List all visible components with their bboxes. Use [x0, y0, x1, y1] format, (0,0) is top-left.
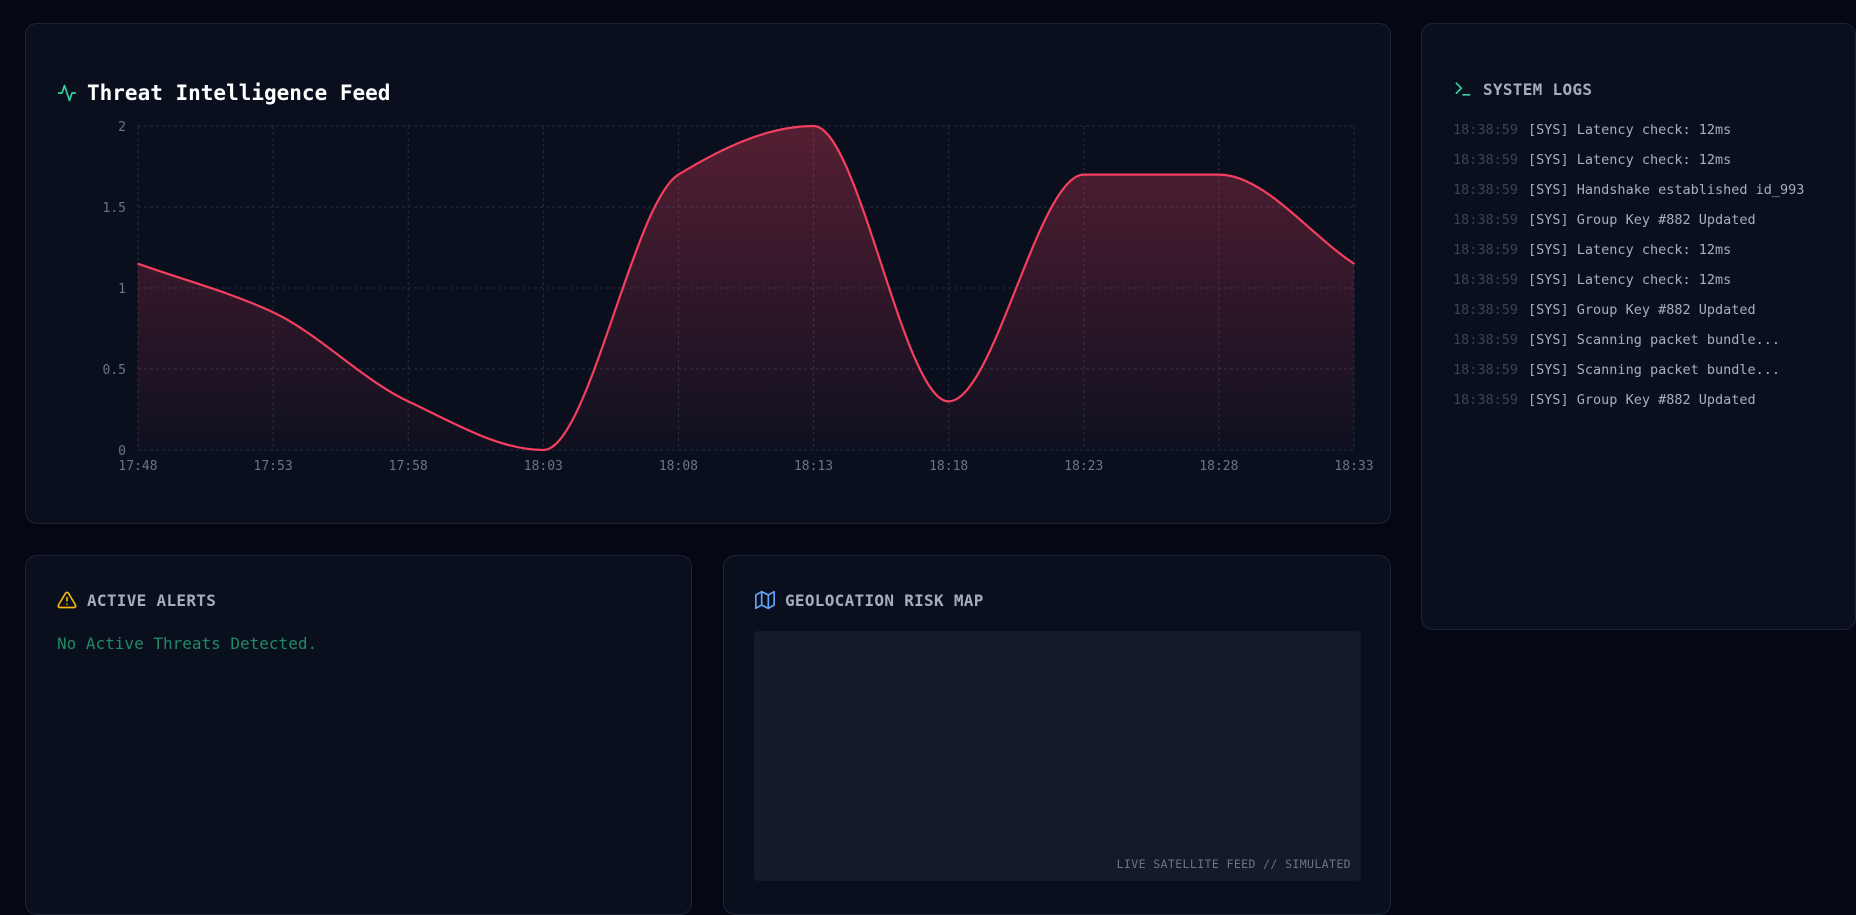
log-message: [SYS] Latency check: 12ms — [1528, 272, 1732, 288]
y-tick-label: 1 — [118, 282, 126, 297]
log-entry: 18:38:59 [SYS] Scanning packet bundle... — [1453, 332, 1804, 362]
threat-feed-header: Threat Intelligence Feed — [57, 81, 390, 105]
system-logs-panel: SYSTEM LOGS 18:38:59 [SYS] Latency check:… — [1421, 23, 1856, 630]
threat-data-point — [677, 173, 680, 176]
log-message: [SYS] Latency check: 12ms — [1528, 242, 1732, 258]
x-tick-label: 17:58 — [389, 459, 428, 474]
log-list: 18:38:59 [SYS] Latency check: 12ms 18:38:5… — [1453, 122, 1804, 422]
log-timestamp: 18:38:59 — [1453, 212, 1519, 228]
log-entry: 18:38:59 [SYS] Handshake established id_9… — [1453, 182, 1804, 212]
log-message: [SYS] Group Key #882 Updated — [1528, 392, 1756, 408]
log-timestamp: 18:38:59 — [1453, 302, 1519, 318]
map-icon — [755, 590, 775, 610]
active-alerts-title: ACTIVE ALERTS — [87, 590, 217, 610]
threat-data-point — [137, 262, 139, 265]
threat-feed-title: Threat Intelligence Feed — [87, 81, 391, 105]
system-logs-title: SYSTEM LOGS — [1483, 79, 1593, 99]
threat-data-point — [542, 449, 545, 451]
log-entry: 18:38:59 [SYS] Scanning packet bundle... — [1453, 362, 1804, 392]
log-entry: 18:38:59 [SYS] Latency check: 12ms — [1453, 152, 1804, 182]
log-message: [SYS] Group Key #882 Updated — [1528, 212, 1756, 228]
log-timestamp: 18:38:59 — [1453, 392, 1519, 408]
x-tick-label: 18:13 — [794, 459, 833, 474]
no-threats-message: No Active Threats Detected. — [57, 634, 318, 653]
x-tick-label: 18:28 — [1199, 459, 1238, 474]
x-tick-label: 18:18 — [929, 459, 968, 474]
threat-data-point — [812, 125, 815, 127]
log-timestamp: 18:38:59 — [1453, 332, 1519, 348]
threat-data-point — [1218, 173, 1220, 176]
log-message: [SYS] Scanning packet bundle... — [1528, 362, 1780, 378]
log-timestamp: 18:38:59 — [1453, 122, 1519, 138]
geo-risk-map-title: GEOLOCATION RISK MAP — [785, 590, 984, 610]
y-tick-label: 0 — [118, 444, 126, 459]
threat-data-point — [407, 400, 410, 403]
log-timestamp: 18:38:59 — [1453, 242, 1519, 258]
log-entry: 18:38:59 [SYS] Latency check: 12ms — [1453, 242, 1804, 272]
x-tick-label: 18:08 — [659, 459, 698, 474]
log-entry: 18:38:59 [SYS] Latency check: 12ms — [1453, 122, 1804, 152]
y-tick-label: 2 — [118, 120, 126, 135]
threat-feed-panel: 0 0.5 1 1.5 2 17:48 17:53 17:58 18:03 18:08 18:13 1… — [25, 23, 1391, 524]
x-tick-label: 18:23 — [1064, 459, 1103, 474]
log-message: [SYS] Handshake established id_993 — [1528, 182, 1805, 198]
x-tick-label: 17:53 — [254, 459, 293, 474]
active-alerts-panel: ACTIVE ALERTS No Active Threats Detected… — [25, 555, 692, 915]
threat-data-point — [1353, 262, 1355, 265]
log-message: [SYS] Group Key #882 Updated — [1528, 302, 1756, 318]
active-alerts-header: ACTIVE ALERTS — [57, 590, 216, 610]
threat-data-point — [1082, 173, 1085, 176]
log-entry: 18:38:59 [SYS] Group Key #882 Updated — [1453, 212, 1804, 242]
risk-map-canvas[interactable]: LIVE SATELLITE FEED // SIMULATED — [754, 631, 1361, 881]
x-tick-label: 18:33 — [1334, 459, 1373, 474]
log-timestamp: 18:38:59 — [1453, 272, 1519, 288]
y-tick-label: 1.5 — [103, 201, 126, 216]
map-feed-caption: LIVE SATELLITE FEED // SIMULATED — [1116, 857, 1351, 871]
log-entry: 18:38:59 [SYS] Latency check: 12ms — [1453, 272, 1804, 302]
x-tick-label: 17:48 — [118, 459, 157, 474]
x-tick-label: 18:03 — [524, 459, 563, 474]
log-timestamp: 18:38:59 — [1453, 362, 1519, 378]
activity-pulse-icon — [57, 83, 77, 103]
y-tick-label: 0.5 — [103, 363, 126, 378]
system-logs-header: SYSTEM LOGS — [1453, 79, 1592, 99]
threat-data-point — [947, 400, 950, 403]
geo-risk-map-panel: GEOLOCATION RISK MAP LIVE SATELLITE FEED… — [723, 555, 1391, 915]
log-message: [SYS] Latency check: 12ms — [1528, 122, 1732, 138]
log-message: [SYS] Latency check: 12ms — [1528, 152, 1732, 168]
log-timestamp: 18:38:59 — [1453, 182, 1519, 198]
warning-triangle-icon — [57, 590, 77, 610]
terminal-icon — [1453, 79, 1473, 99]
log-entry: 18:38:59 [SYS] Group Key #882 Updated — [1453, 392, 1804, 422]
threat-data-point — [272, 311, 274, 314]
log-entry: 18:38:59 [SYS] Group Key #882 Updated — [1453, 302, 1804, 332]
log-timestamp: 18:38:59 — [1453, 152, 1519, 168]
geo-risk-map-header: GEOLOCATION RISK MAP — [755, 590, 984, 610]
log-message: [SYS] Scanning packet bundle... — [1528, 332, 1780, 348]
